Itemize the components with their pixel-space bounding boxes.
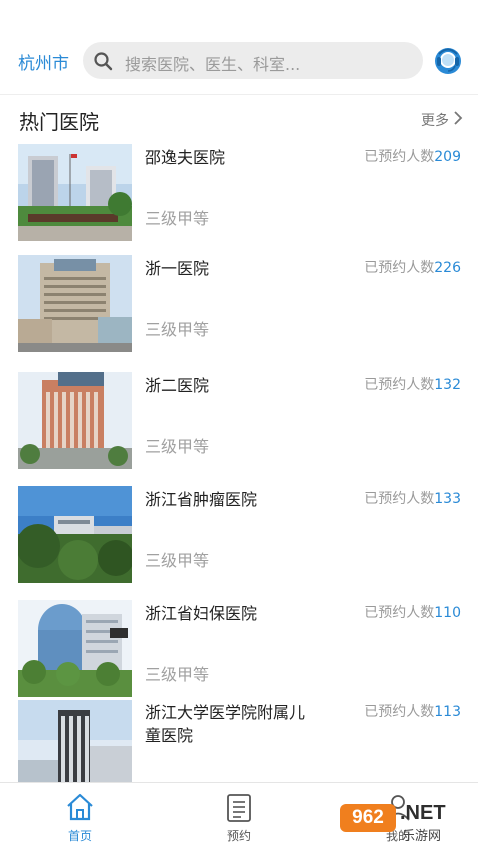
count-label: 已预约人数 bbox=[364, 491, 435, 507]
hospital-photo bbox=[18, 700, 132, 782]
count-value: 113 bbox=[434, 704, 461, 720]
hospital-level: 三级甲等 bbox=[145, 551, 210, 570]
hospital-item[interactable]: 浙江大学医学院附属儿童医院 已预约人数113 bbox=[0, 696, 478, 782]
search-icon bbox=[94, 52, 113, 71]
hospital-name: 浙一医院 bbox=[145, 259, 210, 278]
watermark-net: .NET bbox=[400, 802, 446, 824]
hospital-item[interactable]: 浙一医院 已预约人数226 三级甲等 bbox=[0, 254, 478, 368]
hospital-photo bbox=[18, 486, 132, 583]
tab-appointment-label: 预约 bbox=[226, 829, 251, 843]
appointment-count: 已预约人数113 bbox=[364, 701, 461, 721]
hospital-level: 三级甲等 bbox=[145, 665, 210, 684]
hospital-item[interactable]: 浙二医院 已预约人数132 三级甲等 bbox=[0, 368, 478, 482]
tab-home[interactable]: 首页 bbox=[30, 783, 130, 850]
hospital-name: 浙江省妇保医院 bbox=[145, 604, 258, 623]
count-value: 110 bbox=[434, 605, 461, 621]
chevron-right-icon[interactable] bbox=[452, 110, 464, 126]
hospital-item[interactable]: 浙江省妇保医院 已预约人数110 三级甲等 bbox=[0, 596, 478, 710]
count-label: 已预约人数 bbox=[364, 704, 435, 720]
count-label: 已预约人数 bbox=[364, 149, 435, 165]
hospital-photo bbox=[18, 255, 132, 352]
hospital-item[interactable]: 浙江省肿瘤医院 已预约人数133 三级甲等 bbox=[0, 482, 478, 596]
count-label: 已预约人数 bbox=[364, 377, 435, 393]
section-title: 热门医院 bbox=[19, 110, 99, 134]
hospital-item[interactable]: 邵逸夫医院 已预约人数209 三级甲等 bbox=[0, 140, 478, 254]
watermark-badge: 962 bbox=[340, 804, 396, 832]
hospital-level: 三级甲等 bbox=[145, 209, 210, 228]
hospital-level: 三级甲等 bbox=[145, 320, 210, 339]
top-bar: 杭州市 搜索医院、医生、科室... bbox=[0, 0, 478, 95]
count-label: 已预约人数 bbox=[364, 605, 435, 621]
appointment-count: 已预约人数226 bbox=[364, 257, 461, 277]
appointment-count: 已预约人数132 bbox=[364, 374, 461, 394]
search-input[interactable]: 搜索医院、医生、科室... bbox=[83, 42, 423, 79]
count-label: 已预约人数 bbox=[364, 260, 435, 276]
appointment-count: 已预约人数133 bbox=[364, 488, 461, 508]
hospital-photo bbox=[18, 144, 132, 241]
hospital-list: 邵逸夫医院 已预约人数209 三级甲等 浙一医院 已预约人数226 三级甲等 浙… bbox=[0, 140, 478, 782]
hospital-name: 邵逸夫医院 bbox=[145, 148, 226, 167]
hospital-photo bbox=[18, 372, 132, 469]
tab-appointment[interactable]: 预约 bbox=[189, 783, 289, 850]
search-placeholder: 搜索医院、医生、科室... bbox=[125, 55, 301, 74]
count-value: 209 bbox=[434, 149, 461, 165]
watermark-text: 乐游网 bbox=[402, 829, 442, 844]
home-icon bbox=[67, 793, 93, 821]
appointment-count: 已预约人数209 bbox=[364, 146, 461, 166]
clipboard-icon bbox=[227, 794, 251, 822]
count-value: 226 bbox=[434, 260, 461, 276]
watermark-logo: 962 .NET 乐游网 bbox=[340, 796, 472, 846]
appointment-count: 已预约人数110 bbox=[364, 602, 461, 622]
more-link[interactable]: 更多 bbox=[421, 110, 449, 130]
hospital-name: 浙二医院 bbox=[145, 376, 210, 395]
tab-home-label: 首页 bbox=[67, 829, 92, 843]
hospital-level: 三级甲等 bbox=[145, 437, 210, 456]
hospital-photo bbox=[18, 600, 132, 697]
city-selector[interactable]: 杭州市 bbox=[18, 49, 69, 74]
hospital-name: 浙江大学医学院附属儿童医院 bbox=[145, 703, 306, 745]
count-value: 132 bbox=[434, 377, 461, 393]
hospital-name: 浙江省肿瘤医院 bbox=[145, 490, 258, 509]
count-value: 133 bbox=[434, 491, 461, 507]
customer-service-icon[interactable] bbox=[433, 46, 463, 76]
